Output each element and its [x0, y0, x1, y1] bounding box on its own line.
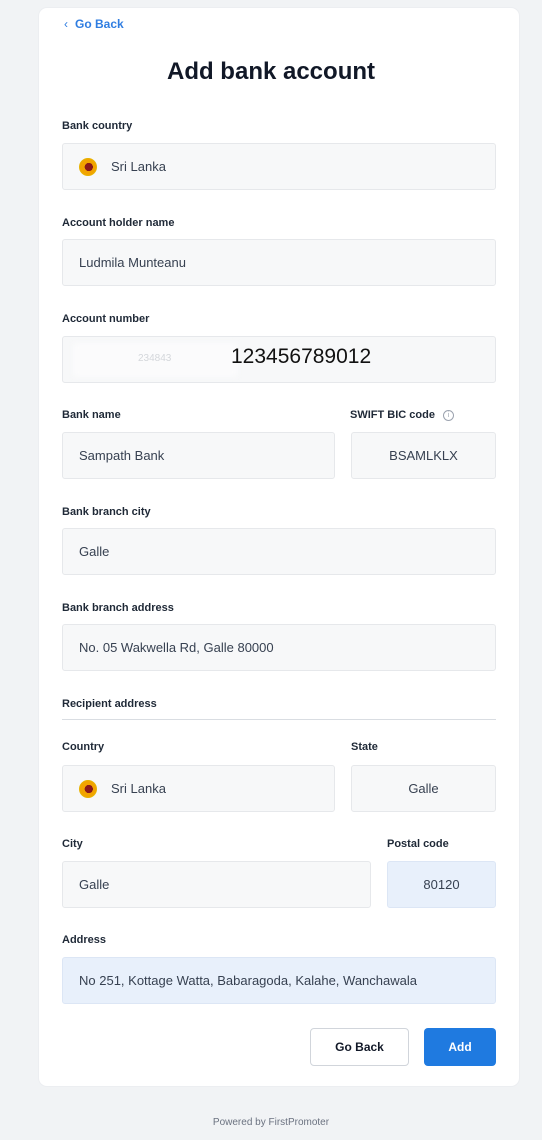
country-select[interactable]: Sri Lanka	[62, 765, 335, 812]
bank-country-value: Sri Lanka	[111, 159, 166, 174]
go-back-link-label: Go Back	[75, 17, 124, 31]
city-label: City	[62, 838, 83, 850]
account-number-value: 123456789012	[231, 345, 372, 368]
account-number-label: Account number	[62, 313, 150, 325]
go-back-button[interactable]: Go Back	[310, 1028, 409, 1066]
country-value: Sri Lanka	[111, 781, 166, 796]
bank-country-select[interactable]: Sri Lanka	[62, 143, 496, 190]
recipient-address-heading: Recipient address	[62, 698, 157, 710]
page-title: Add bank account	[166, 58, 376, 85]
add-button[interactable]: Add	[424, 1028, 496, 1066]
chevron-left-icon: ‹	[64, 17, 68, 31]
city-input[interactable]: Galle	[62, 861, 371, 908]
country-label: Country	[62, 741, 105, 753]
state-input[interactable]: Galle	[351, 765, 496, 812]
bank-name-input[interactable]: Sampath Bank	[62, 432, 335, 479]
address-input[interactable]: No 251, Kottage Watta, Babaragoda, Kalah…	[62, 957, 496, 1004]
account-holder-name-input[interactable]: Ludmila Munteanu	[62, 239, 496, 286]
swift-bic-label: SWIFT BIC code i	[350, 409, 454, 421]
account-holder-name-label: Account holder name	[62, 217, 175, 229]
address-label: Address	[62, 934, 107, 946]
state-label: State	[351, 741, 378, 753]
postal-code-label: Postal code	[387, 838, 449, 850]
bank-country-label: Bank country	[62, 120, 133, 132]
section-divider	[62, 719, 496, 720]
bank-branch-address-input[interactable]: No. 05 Wakwella Rd, Galle 80000	[62, 624, 496, 671]
sri-lanka-flag-icon	[79, 779, 97, 798]
swift-bic-label-text: SWIFT BIC code	[350, 409, 435, 421]
info-icon[interactable]: i	[442, 409, 454, 421]
bank-name-label: Bank name	[62, 409, 121, 421]
sri-lanka-flag-icon	[79, 157, 97, 176]
account-number-input[interactable]: 234843 123456789012	[62, 336, 496, 383]
bank-branch-city-input[interactable]: Galle	[62, 528, 496, 575]
bank-branch-address-label: Bank branch address	[62, 602, 174, 614]
bank-branch-city-label: Bank branch city	[62, 506, 151, 518]
go-back-link[interactable]: ‹ Go Back	[64, 17, 124, 31]
swift-bic-input[interactable]: BSAMLKLX	[351, 432, 496, 479]
account-number-masked-hint: 234843	[138, 353, 172, 364]
postal-code-input[interactable]: 80120	[387, 861, 496, 908]
powered-by-footer: Powered by FirstPromoter	[212, 1117, 330, 1128]
